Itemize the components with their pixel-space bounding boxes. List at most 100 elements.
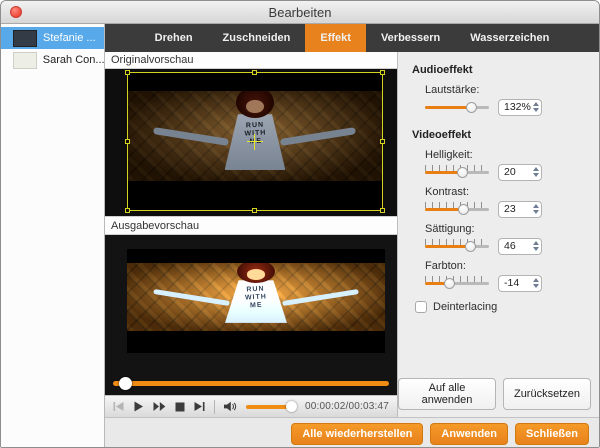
- figure-face: [246, 269, 266, 280]
- fast-forward-button[interactable]: [153, 401, 166, 412]
- tab-wasserzeichen[interactable]: Wasserzeichen: [455, 24, 564, 52]
- hue-value-field[interactable]: -14: [498, 274, 542, 292]
- contrast-label: Kontrast:: [425, 186, 470, 198]
- restore-all-button[interactable]: Alle wiederherstellen: [291, 422, 424, 445]
- hue-slider[interactable]: [425, 275, 489, 291]
- crop-handle[interactable]: [125, 138, 130, 144]
- contrast-value-field[interactable]: 23: [498, 200, 542, 218]
- hue-label: Farbton:: [425, 260, 466, 272]
- crop-selection-rect[interactable]: RUN WITH ME: [125, 70, 385, 213]
- saturation-label: Sättigung:: [425, 223, 475, 235]
- stop-icon: [175, 402, 185, 411]
- title-bar: Bearbeiten: [1, 1, 599, 24]
- crop-handle[interactable]: [125, 208, 130, 213]
- volume-label: Lautstärke:: [425, 84, 480, 96]
- contrast-slider[interactable]: [425, 201, 489, 217]
- time-display: 00:00:02/00:03:47: [304, 401, 389, 412]
- video-effect-heading: Videoeffekt: [412, 129, 472, 141]
- figure-left-arm: [152, 288, 231, 307]
- video-list-sidebar: Stefanie ... Sarah Con...: [1, 24, 105, 447]
- crop-handle[interactable]: [380, 208, 385, 213]
- crop-handle[interactable]: [380, 138, 385, 144]
- tab-verbessern[interactable]: Verbessern: [366, 24, 455, 52]
- fast-forward-icon: [153, 402, 166, 411]
- crop-handle[interactable]: [252, 70, 257, 75]
- output-video-frame: RUN WITH ME: [127, 249, 385, 353]
- stepper-icon[interactable]: [530, 165, 541, 180]
- saturation-value-field[interactable]: 46: [498, 237, 542, 255]
- figure-right-arm: [281, 288, 360, 307]
- slider-knob[interactable]: [444, 278, 456, 289]
- brightness-label: Helligkeit:: [425, 149, 473, 161]
- sidebar-item-label: Stefanie ...: [43, 32, 96, 44]
- contrast-control: Kontrast: 23: [425, 186, 599, 218]
- window-title: Bearbeiten: [268, 4, 332, 20]
- close-button[interactable]: Schließen: [515, 422, 589, 445]
- stepper-icon[interactable]: [530, 276, 541, 291]
- play-icon: [134, 401, 143, 412]
- reset-button[interactable]: Zurücksetzen: [502, 378, 591, 410]
- crop-handle[interactable]: [252, 208, 257, 213]
- tab-bar: Drehen Zuschneiden Effekt Verbessern Was…: [105, 24, 599, 52]
- stepper-icon[interactable]: [531, 100, 541, 115]
- saturation-control: Sättigung: 46: [425, 223, 599, 255]
- window-close-button[interactable]: [10, 6, 22, 18]
- sidebar-item-stefanie[interactable]: Stefanie ...: [1, 27, 104, 49]
- slider-knob[interactable]: [465, 241, 477, 252]
- skip-back-icon: [113, 402, 124, 411]
- crop-center-crosshair: [247, 133, 263, 150]
- crop-handle[interactable]: [380, 70, 385, 75]
- saturation-slider[interactable]: [425, 238, 489, 254]
- tab-drehen[interactable]: Drehen: [140, 24, 208, 52]
- preview-column: Originalvorschau RUN WITH ME Ausgabevors…: [105, 52, 397, 417]
- seek-bar[interactable]: [113, 377, 389, 390]
- previous-frame-button[interactable]: [113, 401, 124, 412]
- tab-effekt[interactable]: Effekt: [305, 24, 366, 52]
- skip-forward-icon: [194, 402, 205, 411]
- slider-knob[interactable]: [457, 167, 469, 178]
- hue-control: Farbton: -14: [425, 260, 599, 292]
- footer-bar: Alle wiederherstellen Anwenden Schließen: [105, 417, 599, 447]
- playback-controls: 00:00:02/00:03:47: [105, 395, 397, 417]
- play-button[interactable]: [133, 401, 144, 412]
- next-frame-button[interactable]: [194, 401, 205, 412]
- slider-knob[interactable]: [458, 204, 470, 215]
- volume-effect-slider[interactable]: [425, 99, 489, 115]
- brightness-control: Helligkeit: 20: [425, 149, 599, 181]
- figure-left-arm: [153, 127, 230, 147]
- slider-knob[interactable]: [466, 102, 478, 113]
- speaker-icon: [223, 401, 237, 412]
- figure-right-arm: [280, 127, 357, 147]
- apply-button[interactable]: Anwenden: [430, 422, 509, 445]
- tab-zuschneiden[interactable]: Zuschneiden: [208, 24, 306, 52]
- volume-slider[interactable]: [245, 400, 297, 412]
- transport-divider: [214, 399, 215, 414]
- apply-to-all-button[interactable]: Auf alle anwenden: [398, 378, 496, 410]
- output-preview-label: Ausgabevorschau: [105, 216, 397, 235]
- original-preview: RUN WITH ME: [105, 69, 397, 216]
- brightness-slider[interactable]: [425, 164, 489, 180]
- deinterlacing-checkbox[interactable]: [415, 301, 427, 313]
- sidebar-item-label: Sarah Con...: [42, 54, 104, 66]
- brightness-value-field[interactable]: 20: [498, 163, 542, 181]
- audio-effect-heading: Audioeffekt: [412, 64, 473, 76]
- effects-panel: Audioeffekt Lautstärke: 132% Videoeffekt…: [397, 52, 599, 417]
- volume-control: Lautstärke: 132%: [425, 84, 599, 116]
- output-preview: RUN WITH ME: [105, 235, 397, 395]
- deinterlacing-option[interactable]: Deinterlacing: [415, 301, 599, 313]
- video-thumbnail: [13, 29, 37, 47]
- video-thumbnail: [13, 51, 37, 69]
- volume-value-field[interactable]: 132%: [498, 98, 542, 116]
- seek-knob[interactable]: [118, 377, 132, 390]
- crop-handle[interactable]: [125, 70, 130, 75]
- edit-dialog-window: Bearbeiten Stefanie ... Sarah Con... Dre…: [0, 0, 600, 448]
- shirt-text: RUN WITH ME: [244, 285, 268, 310]
- volume-knob[interactable]: [285, 400, 297, 412]
- stop-button[interactable]: [175, 402, 185, 412]
- sidebar-item-sarah[interactable]: Sarah Con...: [1, 49, 104, 71]
- mute-button[interactable]: [223, 401, 237, 412]
- stepper-icon[interactable]: [530, 239, 541, 254]
- original-preview-label: Originalvorschau: [105, 52, 397, 69]
- deinterlacing-label: Deinterlacing: [433, 301, 498, 313]
- stepper-icon[interactable]: [530, 202, 541, 217]
